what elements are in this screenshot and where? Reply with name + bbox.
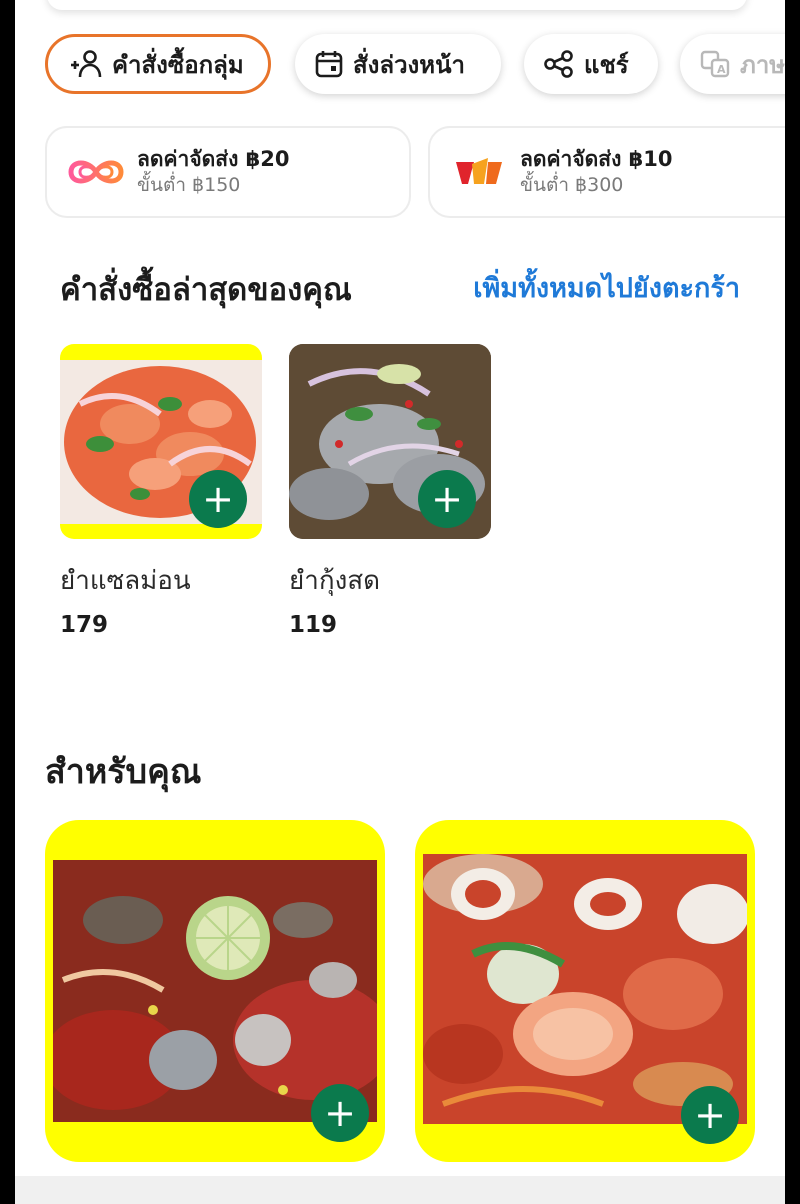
translate-label: ภาษ xyxy=(740,50,785,79)
group-order-icon xyxy=(71,50,102,78)
promo-card-1[interactable]: ลดค่าจัดส่ง ฿20 ขั้นต่ำ ฿150 xyxy=(45,126,411,218)
add-all-to-cart-link[interactable]: เพิ่มทั้งหมดไปยังตะกร้า xyxy=(473,266,740,309)
for-you-card-1-photo xyxy=(53,860,377,1122)
share-icon xyxy=(544,50,573,78)
promo-2-title: ลดค่าจัดส่ง ฿10 xyxy=(520,147,673,171)
svg-text:A: A xyxy=(717,63,726,76)
preorder-label: สั่งล่วงหน้า xyxy=(353,50,465,79)
recent-item-2-name: ยำกุ้งสด xyxy=(289,566,381,596)
promo-1-title: ลดค่าจัดส่ง ฿20 xyxy=(137,147,290,171)
add-for-you-item-1-button[interactable]: + xyxy=(311,1084,369,1142)
add-for-you-item-2-button[interactable]: + xyxy=(681,1086,739,1144)
bottom-bar xyxy=(15,1176,785,1204)
app-screen: คำสั่งซื้อกลุ่ม สั่งล่วงหน้า แชร์ A ภาษ … xyxy=(15,0,785,1204)
recent-item-1-name: ยำแซลม่อน xyxy=(60,566,191,596)
add-recent-item-2-button[interactable]: + xyxy=(418,470,476,528)
recent-item-2-image[interactable]: + xyxy=(289,344,491,539)
recent-item-1-image[interactable]: + xyxy=(60,344,262,539)
group-order-label: คำสั่งซื้อกลุ่ม xyxy=(112,50,244,79)
add-recent-item-1-button[interactable]: + xyxy=(189,470,247,528)
group-order-chip[interactable]: คำสั่งซื้อกลุ่ม xyxy=(45,34,271,94)
infinity-logo-icon xyxy=(68,160,124,184)
wallet-logo-icon xyxy=(456,158,502,184)
recent-item-1-price: 179 xyxy=(60,612,109,638)
preorder-chip[interactable]: สั่งล่วงหน้า xyxy=(295,34,501,94)
for-you-card-2-photo xyxy=(423,854,747,1124)
share-chip[interactable]: แชร์ xyxy=(524,34,658,94)
search-bar[interactable] xyxy=(47,0,747,10)
for-you-card-1[interactable]: + xyxy=(45,820,385,1162)
recent-orders-title: คำสั่งซื้อล่าสุดของคุณ xyxy=(60,272,352,308)
recent-item-2-price: 119 xyxy=(289,612,338,638)
promo-1-text: ลดค่าจัดส่ง ฿20 ขั้นต่ำ ฿150 xyxy=(137,146,290,198)
translate-icon: A xyxy=(700,50,730,78)
translate-chip[interactable]: A ภาษ xyxy=(680,34,785,94)
for-you-title: สำหรับคุณ xyxy=(45,752,202,792)
for-you-card-2[interactable]: + xyxy=(415,820,755,1162)
share-label: แชร์ xyxy=(584,50,629,79)
promo-2-subtitle: ขั้นต่ำ ฿300 xyxy=(520,174,624,196)
promo-card-2[interactable]: ลดค่าจัดส่ง ฿10 ขั้นต่ำ ฿300 xyxy=(428,126,785,218)
promo-2-text: ลดค่าจัดส่ง ฿10 ขั้นต่ำ ฿300 xyxy=(520,146,673,198)
promo-1-subtitle: ขั้นต่ำ ฿150 xyxy=(137,174,241,196)
calendar-icon xyxy=(315,51,343,78)
